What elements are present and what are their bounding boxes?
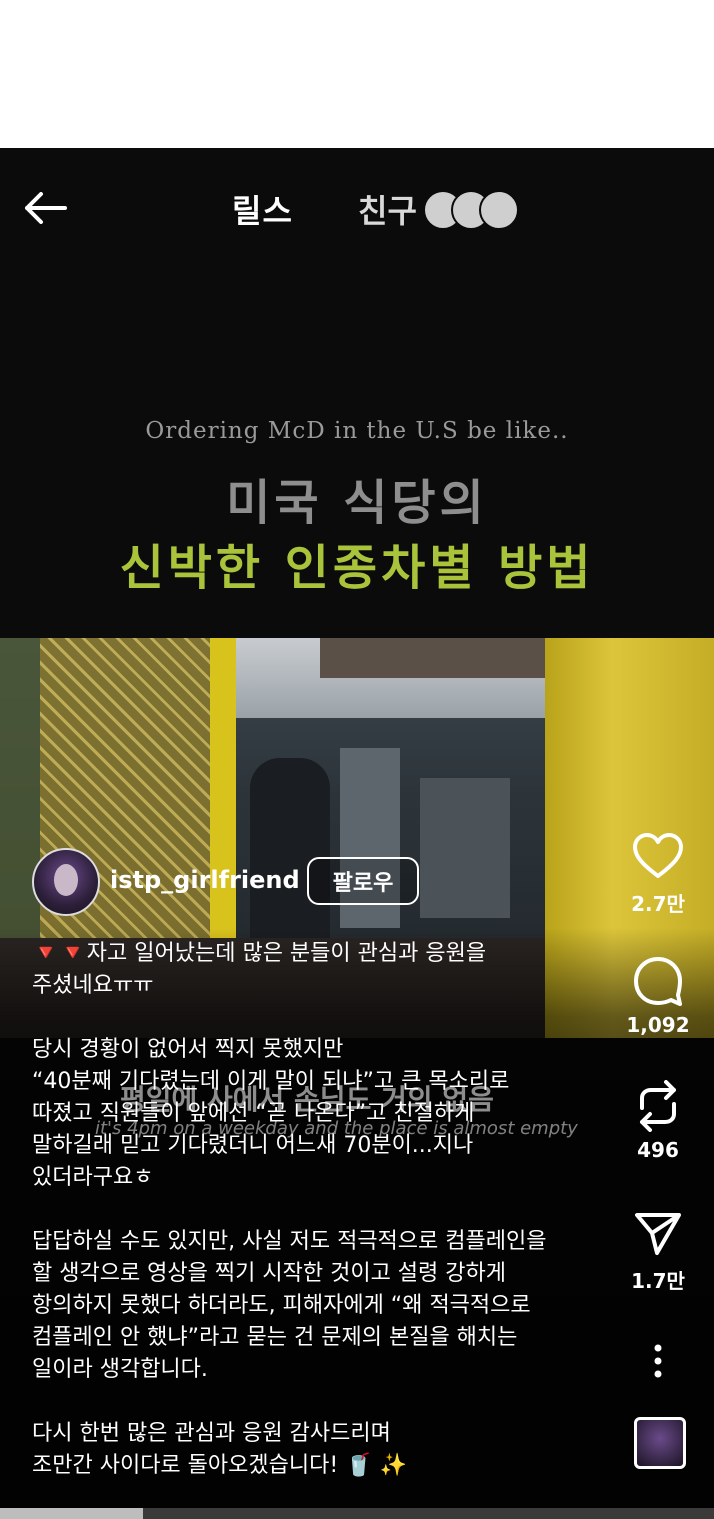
send-icon [635,1213,681,1255]
author-avatar[interactable] [32,848,100,916]
share-count: 1.7만 [631,1269,685,1293]
like-count: 2.7만 [631,892,685,916]
description-line: 있더라구요ㅎ [32,1165,154,1190]
description-line: 주셨네요ㅠㅠ [32,973,154,998]
description-line: 말하길래 믿고 기다렸더니 어느새 70분이...지나 [32,1133,474,1158]
heart-icon [633,833,683,878]
back-arrow-icon [25,192,67,224]
comment-count: 1,092 [626,1013,690,1037]
description-line: 일이라 생각합니다. [32,1357,208,1382]
description-line: 컴플레인 안 했냐”라고 묻는 건 문제의 본질을 해치는 [32,1325,518,1350]
audio-thumbnail[interactable] [634,1417,686,1469]
video-title-line2: 신박한 인종차별 방법 [119,540,595,596]
video-title-line1: 미국 식당의 [226,475,488,531]
repost-icon [640,1080,676,1132]
description-line: 다시 한번 많은 관심과 응원 감사드리며 [32,1421,391,1446]
follow-button[interactable]: 팔로우 [307,857,419,905]
description-line: 조만간 사이다로 돌아오겠습니다! 🥤 ✨ [32,1453,407,1478]
friend-avatars [422,190,523,230]
description-line: 항의하지 못했다 하더라도, 피해자에게 “왜 적극적으로 [32,1293,531,1318]
back-button[interactable] [20,188,70,228]
like-action[interactable]: 2.7만 [618,828,698,917]
progress-bar[interactable] [0,1508,714,1519]
repost-action[interactable]: 496 [618,1078,698,1162]
comment-action[interactable]: 1,092 [618,953,698,1037]
author-username[interactable]: istp_girlfriend [110,866,300,894]
tab-friends-label: 친구 [358,192,417,230]
tab-friends[interactable]: 친구 [358,186,523,232]
progress-fill [0,1508,143,1519]
repost-count: 496 [637,1138,679,1162]
description-line: 🔻🔻자고 일어났는데 많은 분들이 관심과 응원을 [32,941,487,966]
description-line: 따졌고 직원들이 앞에선 “곧 나온다”고 친절하게 [32,1101,475,1126]
reel-description[interactable]: 🔻🔻자고 일어났는데 많은 분들이 관심과 응원을주셨네요ㅠㅠ 당시 경황이 없어… [32,938,622,1482]
description-line: “40분째 기다렸는데 이게 말이 되냐”고 큰 목소리로 [32,1069,510,1094]
status-area [0,0,714,148]
reel-viewer: 릴스 친구 Ordering McD in the U.S be like.. … [0,148,714,1519]
more-options-button[interactable] [618,1333,698,1389]
description-line: 답답하실 수도 있지만, 사실 저도 적극적으로 컴플레인을 [32,1229,547,1254]
share-action[interactable]: 1.7만 [618,1205,698,1294]
comment-icon [634,957,682,1006]
description-line: 할 생각으로 영상을 찍기 시작한 것이고 설령 강하게 [32,1261,506,1286]
more-vertical-icon [654,1344,662,1378]
tab-reels[interactable]: 릴스 [232,186,293,232]
description-line: 당시 경황이 없어서 찍지 못했지만 [32,1037,344,1062]
video-caption: Ordering McD in the U.S be like.. [145,418,569,444]
